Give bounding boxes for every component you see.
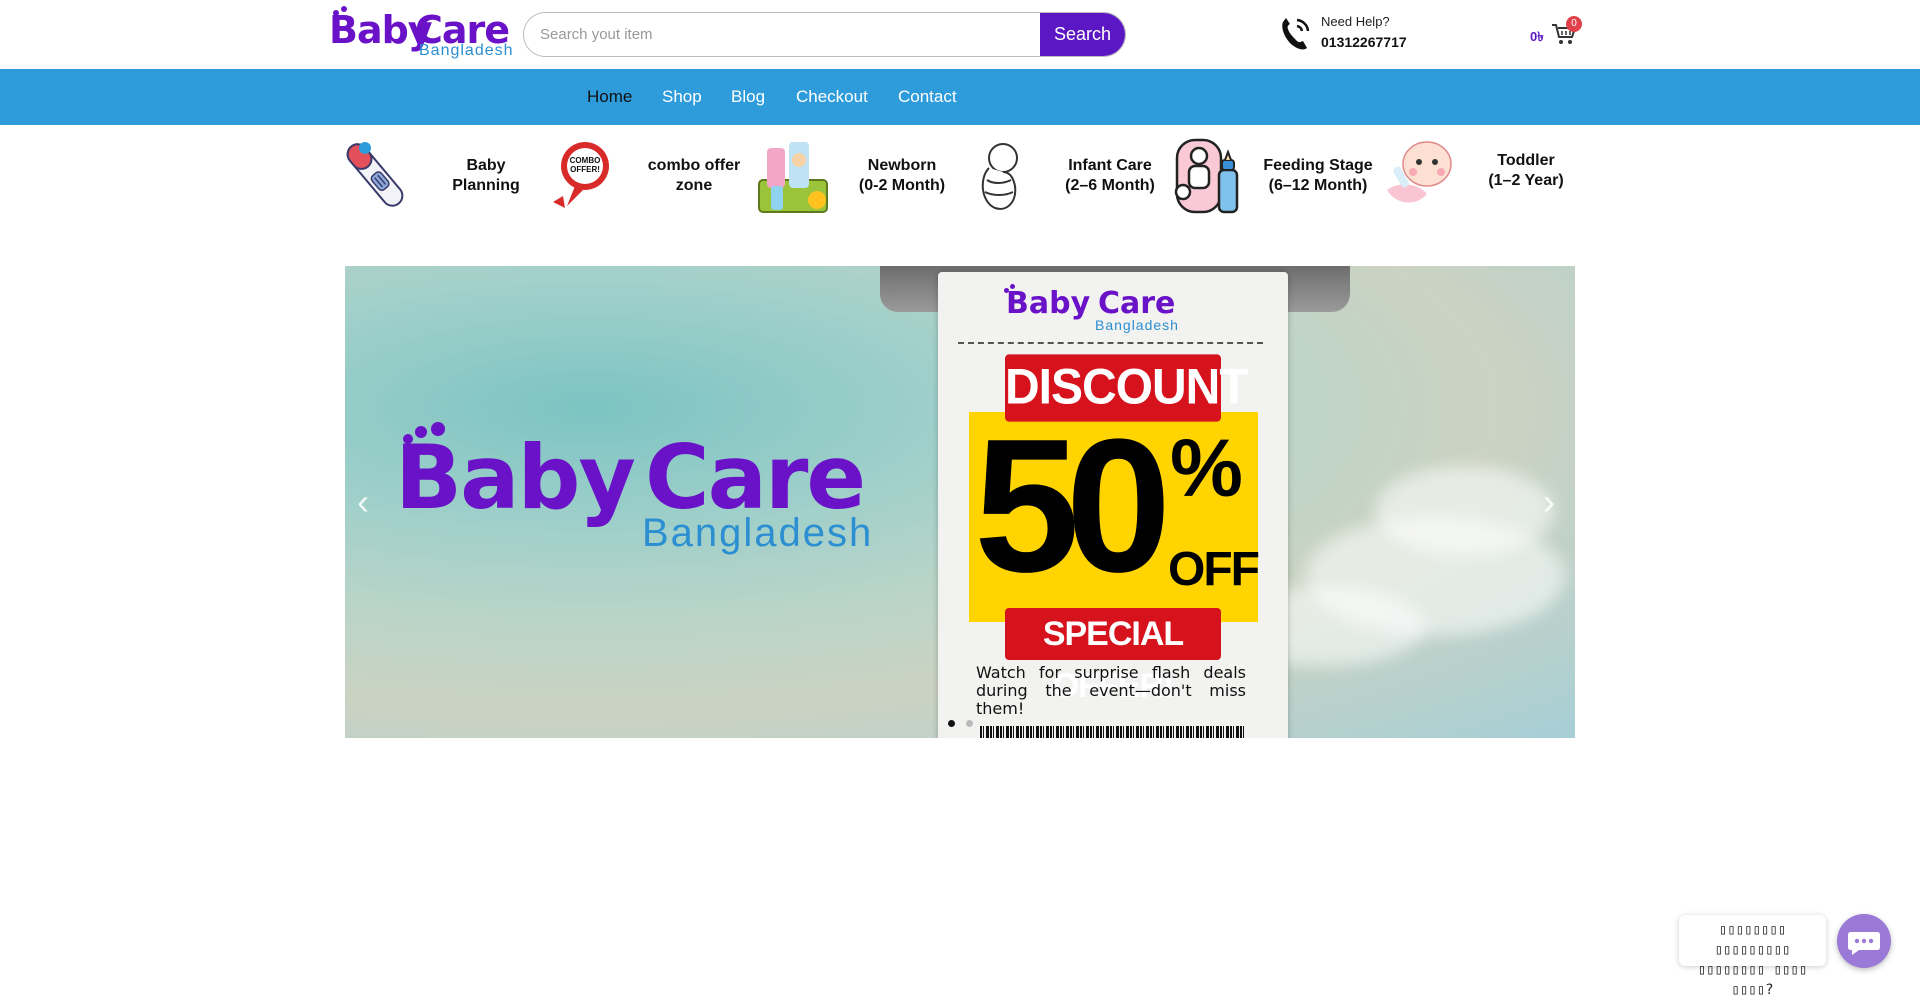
cart-amount: 0৳: [1530, 29, 1544, 44]
category-newborn[interactable]: Newborn (0-2 Month): [832, 156, 972, 196]
receipt-note: Watch for surprise flash deals during th…: [976, 663, 1246, 718]
combo-offer-icon[interactable]: COMBO OFFER!: [545, 134, 625, 216]
help-phone-number[interactable]: 01312267717: [1321, 34, 1407, 50]
cloud-decoration: [1375, 466, 1555, 556]
category-label: (0-2 Month): [858, 177, 946, 194]
receipt-logo-word-baby: Baby: [1006, 286, 1091, 321]
chat-prompt-line: ▯▯▯▯▯▯▯▯ ▯▯▯▯▯▯▯▯▯: [1714, 922, 1791, 958]
svg-text:COMBO: COMBO: [570, 156, 601, 165]
help-label: Need Help?: [1321, 14, 1390, 29]
nav-item-checkout[interactable]: Checkout: [796, 87, 868, 107]
category-baby-planning[interactable]: Baby Planning: [416, 156, 556, 196]
category-label: combo offer: [647, 157, 741, 174]
baby-face-icon[interactable]: [1377, 134, 1457, 216]
receipt-logo-subtitle: Bangladesh: [1095, 317, 1179, 333]
svg-text:OFFER!: OFFER!: [570, 165, 600, 174]
hero-slider[interactable]: Baby Care Bangladesh Baby Care Banglades…: [345, 266, 1575, 738]
discount-off: OFF: [1168, 543, 1260, 596]
newborn-icon[interactable]: [961, 134, 1041, 216]
category-label: (2–6 Month): [1065, 177, 1155, 194]
baby-products-icon[interactable]: [753, 134, 833, 216]
slider-dot[interactable]: [966, 720, 973, 727]
pregnancy-test-icon[interactable]: [335, 134, 415, 216]
receipt-logo-word-care: Care: [1098, 286, 1176, 321]
chevron-right-icon[interactable]: ›: [1543, 484, 1555, 520]
search-button[interactable]: Search: [1040, 13, 1125, 56]
category-strip: Baby Planning COMBO OFFER! combo offer z…: [335, 130, 1585, 230]
cart-count-badge: 0: [1566, 16, 1582, 32]
nav-item-home[interactable]: Home: [587, 87, 632, 107]
main-nav: Home Shop Blog Checkout Contact: [0, 69, 1920, 125]
category-label: Newborn: [867, 157, 937, 174]
barcode-graphic: [980, 726, 1246, 738]
chat-prompt-line: ▯▯▯▯▯▯▯▯ ▯▯▯▯ ▯▯▯▯?: [1697, 962, 1808, 998]
chat-prompt[interactable]: ▯▯▯▯▯▯▯▯ ▯▯▯▯▯▯▯▯▯ ▯▯▯▯▯▯▯▯ ▯▯▯▯ ▯▯▯▯?: [1679, 915, 1826, 998]
category-toddler[interactable]: Toddler (1–2 Year): [1456, 151, 1596, 191]
logo-subtitle: Bangladesh: [419, 42, 514, 59]
discount-value: 50: [974, 400, 1171, 612]
nav-item-contact[interactable]: Contact: [898, 87, 957, 107]
receipt-divider: [958, 342, 1263, 344]
search-bar: Search: [523, 12, 1126, 57]
category-feeding-stage[interactable]: Feeding Stage (6–12 Month): [1248, 156, 1388, 196]
search-input[interactable]: [524, 13, 1040, 56]
nav-item-blog[interactable]: Blog: [731, 87, 765, 107]
nav-item-shop[interactable]: Shop: [662, 87, 702, 107]
category-label: zone: [675, 177, 713, 194]
chevron-left-icon[interactable]: ‹: [357, 484, 369, 520]
site-logo[interactable]: Baby Care Bangladesh: [329, 6, 514, 60]
category-label: Baby: [466, 157, 506, 174]
special-offer-label: SPECIAL OFFER!: [1005, 608, 1221, 705]
category-label: (6–12 Month): [1268, 177, 1368, 194]
slider-dot-active[interactable]: [948, 720, 955, 727]
chat-button[interactable]: [1837, 914, 1891, 968]
help-contact[interactable]: Need Help? 01312267717: [1277, 12, 1427, 57]
feeding-bottle-icon[interactable]: [1169, 134, 1249, 216]
phone-icon: [1282, 18, 1310, 50]
banner-logo-subtitle: Bangladesh: [642, 511, 874, 555]
category-infant-care[interactable]: Infant Care (2–6 Month): [1040, 156, 1180, 196]
category-combo-offer[interactable]: combo offer zone: [624, 156, 764, 196]
discount-receipt: Baby Care Bangladesh DISCOUNT 50 % OFF S…: [938, 272, 1288, 738]
category-label: Infant Care: [1068, 157, 1152, 174]
banner-logo-word-baby: Baby: [395, 426, 636, 529]
site-header: Baby Care Bangladesh Search Need Help? 0…: [0, 0, 1920, 69]
category-label: Planning: [452, 177, 520, 194]
category-label: (1–2 Year): [1488, 172, 1564, 189]
cart-button[interactable]: 0৳ 0: [1529, 14, 1589, 50]
chat-icon: [1848, 932, 1880, 955]
category-label: Toddler: [1497, 152, 1555, 169]
discount-percent: %: [1170, 423, 1243, 514]
category-label: Feeding Stage: [1263, 157, 1373, 174]
